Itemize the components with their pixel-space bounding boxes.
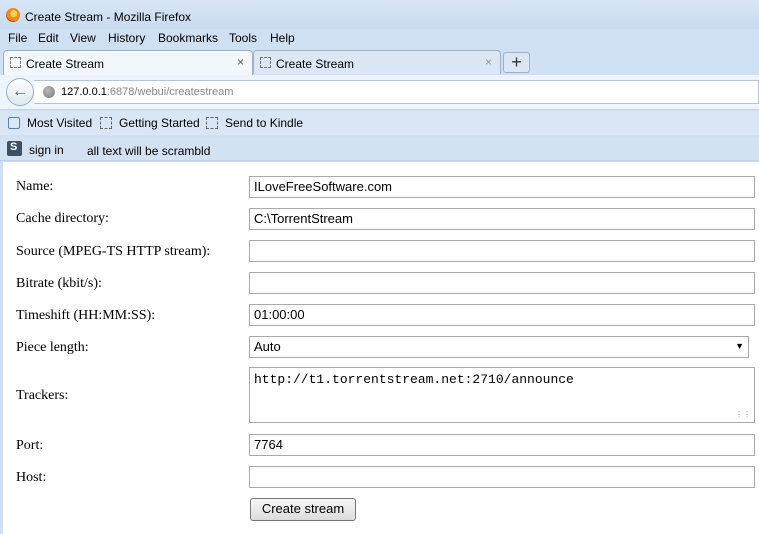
menu-file[interactable]: File <box>8 31 27 45</box>
port-input[interactable]: 7764 <box>249 434 755 456</box>
resize-grip-icon[interactable]: ⋮⋮ <box>735 410 751 420</box>
menu-tools[interactable]: Tools <box>229 31 257 45</box>
window-title: Create Stream - Mozilla Firefox <box>25 10 192 24</box>
trackers-value: http://t1.torrentstream.net:2710/announc… <box>254 372 574 387</box>
page-icon <box>206 117 218 129</box>
bookmark-send-to-kindle[interactable]: Send to Kindle <box>225 116 303 130</box>
page-icon <box>260 57 271 68</box>
page-icon <box>10 57 21 68</box>
bookmarks-bar: Most Visited Getting Started Send to Kin… <box>0 111 759 135</box>
url-path: :6878/webui/createstream <box>106 86 234 98</box>
bookmark-getting-started[interactable]: Getting Started <box>119 116 200 130</box>
sign-in-bar: sign in all text will be scrambld <box>0 137 759 161</box>
firefox-logo-icon <box>6 8 20 22</box>
name-input[interactable]: ILoveFreeSoftware.com <box>249 176 755 198</box>
trackers-textarea[interactable]: http://t1.torrentstream.net:2710/announc… <box>249 367 755 423</box>
piece-length-value: Auto <box>254 339 281 354</box>
timeshift-input[interactable]: 01:00:00 <box>249 304 755 326</box>
url-host: 127.0.0.1 <box>61 86 107 98</box>
sign-in-link[interactable]: sign in <box>29 143 64 157</box>
menu-help[interactable]: Help <box>270 31 295 45</box>
bitrate-label: Bitrate (kbit/s): <box>16 276 102 291</box>
name-label: Name: <box>16 179 54 194</box>
piece-length-label: Piece length: <box>16 340 89 355</box>
dropdown-arrow-icon[interactable]: ▼ <box>735 341 744 351</box>
source-label: Source (MPEG-TS HTTP stream): <box>16 244 211 259</box>
menu-edit[interactable]: Edit <box>38 31 59 45</box>
globe-icon <box>43 86 55 98</box>
menu-bookmarks[interactable]: Bookmarks <box>158 31 218 45</box>
new-tab-button[interactable]: + <box>503 52 530 73</box>
navigation-bar: 127.0.0.1:6878/webui/createstream ← <box>0 75 759 110</box>
tab-label: Create Stream <box>26 57 105 71</box>
bookmark-most-visited[interactable]: Most Visited <box>27 116 92 130</box>
page-icon <box>100 117 112 129</box>
close-icon[interactable]: × <box>485 55 492 69</box>
piece-length-select[interactable]: Auto ▼ <box>249 336 749 358</box>
tab-create-stream-2[interactable]: Create Stream × <box>253 50 501 74</box>
port-label: Port: <box>16 438 44 453</box>
url-bar[interactable]: 127.0.0.1:6878/webui/createstream <box>34 80 759 104</box>
tab-label: Create Stream <box>276 57 355 71</box>
tab-strip: Create Stream × Create Stream × <box>0 48 759 76</box>
title-bar: Create Stream - Mozilla Firefox <box>0 0 759 29</box>
tab-create-stream-1[interactable]: Create Stream × <box>3 50 253 76</box>
host-input[interactable] <box>249 466 755 488</box>
sign-in-icon <box>7 141 22 156</box>
menu-bar: File Edit View History Bookmarks Tools H… <box>0 30 759 48</box>
back-button[interactable]: ← <box>6 78 34 106</box>
scramble-note: all text will be scrambld <box>87 144 211 158</box>
source-input[interactable] <box>249 240 755 262</box>
cache-directory-label: Cache directory: <box>16 211 109 226</box>
most-visited-icon <box>8 117 20 129</box>
close-icon[interactable]: × <box>237 55 244 69</box>
cache-directory-input[interactable]: C:\TorrentStream <box>249 208 755 230</box>
trackers-label: Trackers: <box>16 388 69 403</box>
menu-history[interactable]: History <box>108 31 145 45</box>
menu-view[interactable]: View <box>70 31 96 45</box>
create-stream-button[interactable]: Create stream <box>250 498 356 521</box>
bitrate-input[interactable] <box>249 272 755 294</box>
timeshift-label: Timeshift (HH:MM:SS): <box>16 308 156 323</box>
host-label: Host: <box>16 470 47 485</box>
url-text: 127.0.0.1:6878/webui/createstream <box>61 86 233 98</box>
